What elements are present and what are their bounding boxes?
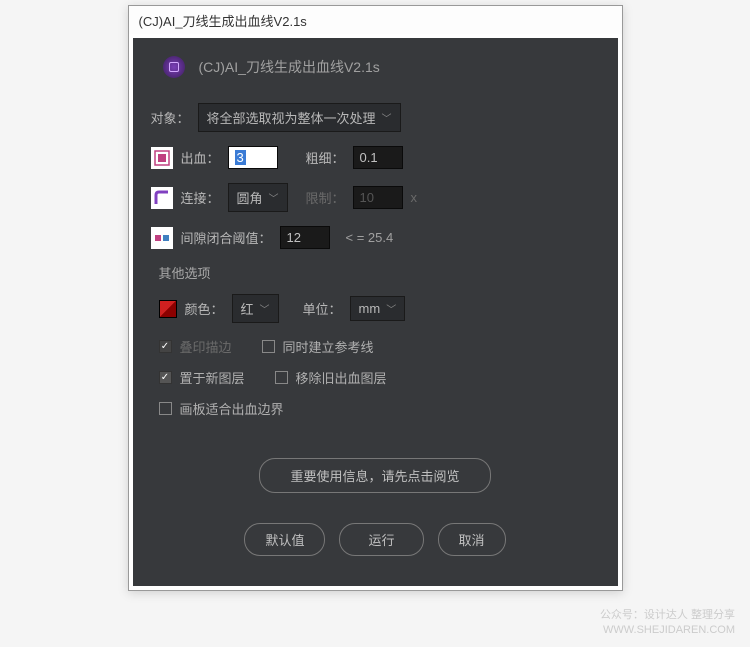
join-row: 连接： 圆角 ﹀ 限制： 10 x — [151, 183, 600, 212]
unit-value: mm — [359, 301, 381, 316]
default-button[interactable]: 默认值 — [244, 523, 325, 556]
bleed-label: 出血： — [181, 148, 220, 167]
bleed-row: 出血： 3 粗细： 0.1 — [151, 146, 600, 169]
join-icon — [151, 187, 173, 209]
target-value: 将全部选取视为整体一次处理 — [207, 108, 376, 127]
other-options: 其他选项 颜色： 红 ﹀ 单位： mm ﹀ 叠印描边 — [159, 263, 600, 418]
remove-row: 移除旧出血图层 — [275, 368, 387, 387]
gap-label: 间隙闭合阈值： — [181, 228, 272, 247]
guide-label: 同时建立参考线 — [283, 337, 374, 356]
titlebar[interactable]: (CJ)AI_刀线生成出血线V2.1s — [129, 6, 622, 34]
target-select[interactable]: 将全部选取视为整体一次处理 ﹀ — [198, 103, 401, 132]
cancel-button[interactable]: 取消 — [438, 523, 506, 556]
app-icon — [163, 56, 185, 78]
newlayer-row: 置于新图层 — [159, 368, 245, 387]
thickness-input[interactable]: 0.1 — [353, 146, 403, 169]
remove-label: 移除旧出血图层 — [296, 368, 387, 387]
color-select[interactable]: 红 ﹀ — [232, 294, 279, 323]
color-value: 红 — [241, 299, 254, 318]
action-buttons: 默认值 运行 取消 — [151, 523, 600, 556]
main-panel: (CJ)AI_刀线生成出血线V2.1s 对象： 将全部选取视为整体一次处理 ﹀ … — [133, 38, 618, 586]
watermark-line1: 公众号：设计达人 整理分享 — [600, 608, 735, 622]
info-button-row: 重要使用信息，请先点击阅览 — [151, 458, 600, 493]
guide-row: 同时建立参考线 — [262, 337, 374, 356]
color-unit-row: 颜色： 红 ﹀ 单位： mm ﹀ — [159, 294, 600, 323]
thickness-label: 粗细： — [306, 148, 345, 167]
chevron-down-icon: ﹀ — [269, 190, 279, 205]
unit-select[interactable]: mm ﹀ — [350, 296, 406, 321]
artboard-label: 画板适合出血边界 — [180, 399, 284, 418]
target-row: 对象： 将全部选取视为整体一次处理 ﹀ — [151, 103, 600, 132]
gap-hint: < = 25.4 — [346, 230, 394, 245]
chevron-down-icon: ﹀ — [386, 301, 396, 316]
join-select[interactable]: 圆角 ﹀ — [228, 183, 288, 212]
color-label: 颜色： — [185, 299, 224, 318]
window-title: (CJ)AI_刀线生成出血线V2.1s — [139, 11, 307, 30]
chevron-down-icon: ﹀ — [260, 301, 270, 316]
dialog-window: (CJ)AI_刀线生成出血线V2.1s (CJ)AI_刀线生成出血线V2.1s … — [128, 5, 623, 591]
chevron-down-icon: ﹀ — [382, 110, 392, 125]
guide-checkbox[interactable] — [262, 340, 275, 353]
artboard-row: 画板适合出血边界 — [159, 399, 600, 418]
other-title: 其他选项 — [159, 263, 600, 282]
artboard-checkbox[interactable] — [159, 402, 172, 415]
color-swatch[interactable] — [159, 300, 177, 318]
gap-row: 间隙闭合阈值： 12 < = 25.4 — [151, 226, 600, 249]
panel-header: (CJ)AI_刀线生成出血线V2.1s — [163, 56, 600, 78]
overprint-checkbox — [159, 340, 172, 353]
panel-title: (CJ)AI_刀线生成出血线V2.1s — [199, 57, 380, 77]
info-button[interactable]: 重要使用信息，请先点击阅览 — [259, 458, 490, 493]
unit-label: 单位： — [303, 299, 342, 318]
gap-icon — [151, 227, 173, 249]
limit-label: 限制： — [306, 188, 345, 207]
newlayer-checkbox[interactable] — [159, 371, 172, 384]
remove-checkbox[interactable] — [275, 371, 288, 384]
overprint-label: 叠印描边 — [180, 337, 232, 356]
limit-input: 10 — [353, 186, 403, 209]
watermark: 公众号：设计达人 整理分享 WWW.SHEJIDAREN.COM — [600, 608, 735, 637]
bleed-input[interactable]: 3 — [228, 146, 278, 169]
join-value: 圆角 — [237, 188, 263, 207]
newlayer-label: 置于新图层 — [180, 368, 245, 387]
run-button[interactable]: 运行 — [339, 523, 423, 556]
bleed-icon — [151, 147, 173, 169]
overprint-row: 叠印描边 — [159, 337, 232, 356]
gap-input[interactable]: 12 — [280, 226, 330, 249]
join-label: 连接： — [181, 188, 220, 207]
target-label: 对象： — [151, 108, 190, 127]
watermark-line2: WWW.SHEJIDAREN.COM — [600, 623, 735, 637]
limit-unit: x — [411, 190, 418, 205]
